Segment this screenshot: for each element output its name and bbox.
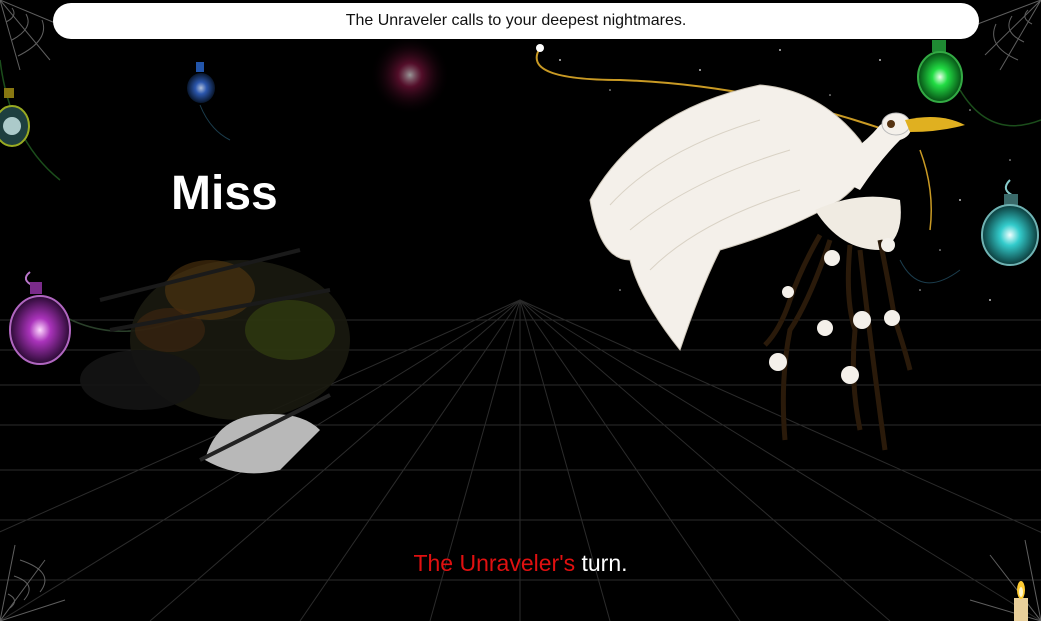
battle-scene <box>0 0 1041 621</box>
miss-indicator: Miss <box>171 167 278 220</box>
enemy-creature <box>535 44 965 451</box>
player-pet <box>80 248 350 474</box>
spider-web-icon <box>0 0 61 71</box>
turn-suffix: turn. <box>575 550 628 576</box>
background-glow <box>370 35 450 115</box>
potion-icon <box>187 62 231 141</box>
candle-icon <box>1014 581 1028 621</box>
potion-icon <box>0 59 61 181</box>
potion-icon <box>917 40 1041 127</box>
turn-indicator: The Unraveler's turn. <box>0 550 1041 577</box>
message-banner: The Unraveler calls to your deepest nigh… <box>53 3 979 39</box>
potion-icon <box>899 179 1039 284</box>
turn-actor: The Unraveler's <box>413 550 576 576</box>
spider-web-icon <box>974 0 1041 71</box>
banner-text: The Unraveler calls to your deepest nigh… <box>345 12 687 29</box>
